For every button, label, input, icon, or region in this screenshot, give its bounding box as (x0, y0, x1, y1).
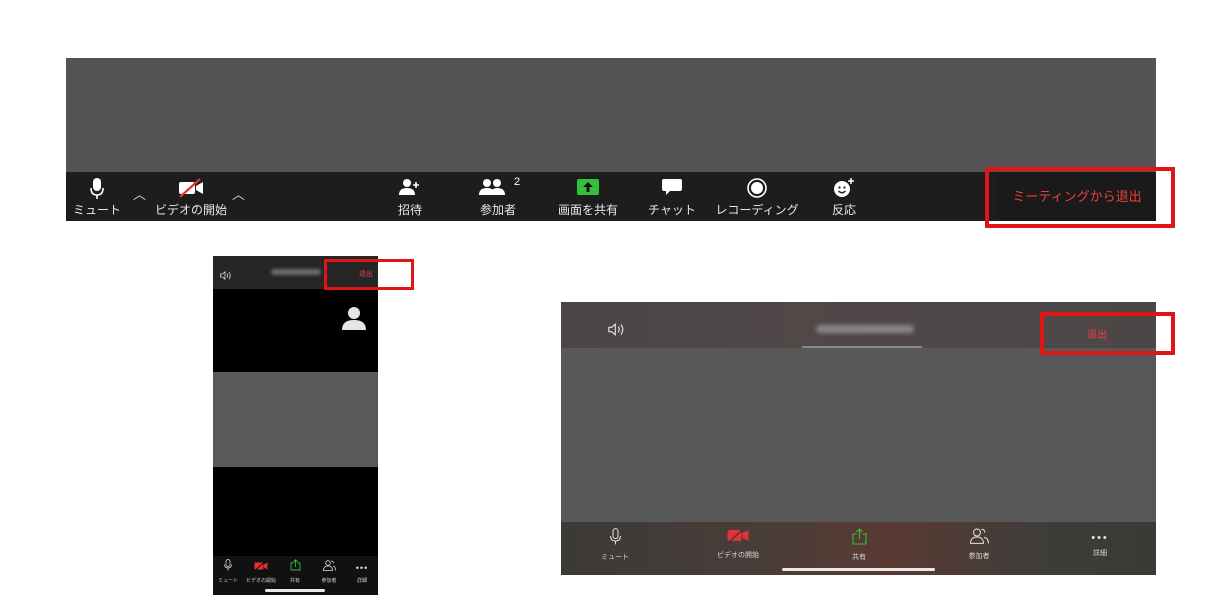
phone-toolbar: ミュート ビデオの開始 共有 参加者 ••• 詳細 (213, 556, 378, 595)
phone-meeting-screen: 退出 ミュート ビデオの開始 共有 参加者 ••• 詳細 (213, 256, 378, 595)
phone-mute-button[interactable]: ミュート (213, 558, 243, 584)
video-off-icon (727, 527, 749, 547)
connection-indicator (802, 346, 922, 348)
home-indicator[interactable] (265, 589, 325, 592)
tablet-leave-highlight-box (1040, 312, 1175, 355)
video-options-caret-icon[interactable]: ︿ (232, 184, 245, 203)
tablet-share-label: 共有 (852, 554, 866, 561)
phone-leave-highlight-box (324, 259, 414, 290)
phone-start-video-button[interactable]: ビデオの開始 (246, 558, 276, 584)
participants-button[interactable]: 2 参加者 (473, 172, 523, 221)
microphone-icon (609, 528, 621, 549)
home-indicator[interactable] (782, 568, 935, 571)
tablet-participants-label: 参加者 (968, 553, 990, 560)
audio-options-caret-icon[interactable]: ︿ (133, 184, 146, 203)
add-user-icon (399, 178, 421, 201)
chat-icon (662, 178, 682, 201)
share-screen-button[interactable]: 画面を共有 (555, 172, 621, 221)
reactions-button[interactable]: 反応 (824, 172, 864, 221)
phone-participants-button[interactable]: 参加者 (314, 558, 344, 584)
tablet-toolbar: ミュート ビデオの開始 共有 参加者 ••• 詳細 (561, 522, 1156, 575)
start-video-label: ビデオの開始 (154, 203, 227, 217)
reactions-label: 反応 (831, 203, 856, 217)
participants-label: 参加者 (479, 203, 516, 217)
video-off-icon (254, 558, 268, 575)
phone-participants-label: 参加者 (321, 578, 337, 584)
more-dots-icon: ••• (355, 563, 369, 573)
participants-icon (969, 528, 989, 548)
record-label: レコーディング (715, 203, 799, 217)
mute-button[interactable]: ミュート (72, 172, 122, 221)
phone-more-label: 詳細 (356, 578, 367, 584)
phone-video-area (213, 372, 378, 467)
phone-share-button[interactable]: 共有 (280, 558, 310, 584)
share-screen-label: 画面を共有 (557, 203, 618, 217)
user-avatar-icon (342, 306, 366, 335)
phone-share-label: 共有 (289, 578, 300, 584)
tablet-more-button[interactable]: ••• 詳細 (1060, 528, 1140, 558)
start-video-button[interactable]: ビデオの開始 (152, 172, 230, 221)
tablet-mute-label: ミュート (601, 554, 629, 561)
share-icon (290, 558, 301, 575)
phone-more-button[interactable]: ••• 詳細 (347, 558, 377, 584)
share-screen-icon (577, 178, 599, 201)
tablet-participants-button[interactable]: 参加者 (939, 528, 1019, 561)
tablet-share-button[interactable]: 共有 (819, 528, 899, 562)
tablet-more-label: 詳細 (1093, 550, 1107, 557)
record-icon (747, 178, 767, 203)
more-dots-icon: ••• (1091, 532, 1109, 544)
mute-label: ミュート (72, 203, 121, 217)
phone-mute-label: ミュート (217, 578, 238, 584)
add-reaction-icon (833, 178, 855, 203)
chat-button[interactable]: チャット (645, 172, 699, 221)
meeting-id-blurred (271, 269, 321, 275)
tablet-mute-button[interactable]: ミュート (575, 528, 655, 562)
leave-highlight-box (985, 167, 1175, 228)
invite-button[interactable]: 招待 (390, 172, 430, 221)
tablet-start-video-label: ビデオの開始 (717, 552, 759, 559)
chat-label: チャット (648, 203, 696, 217)
share-icon (851, 528, 867, 549)
phone-start-video-label: ビデオの開始 (246, 578, 277, 584)
invite-label: 招待 (397, 203, 422, 217)
participants-icon (322, 558, 336, 575)
record-button[interactable]: レコーディング (715, 172, 799, 221)
meeting-id-blurred (816, 325, 914, 333)
microphone-icon (224, 558, 232, 575)
tablet-start-video-button[interactable]: ビデオの開始 (698, 527, 778, 560)
participants-count: 2 (514, 176, 521, 188)
speaker-icon[interactable] (608, 323, 626, 341)
video-off-icon (178, 178, 204, 203)
speaker-icon[interactable] (220, 267, 232, 285)
participants-icon (479, 178, 505, 201)
